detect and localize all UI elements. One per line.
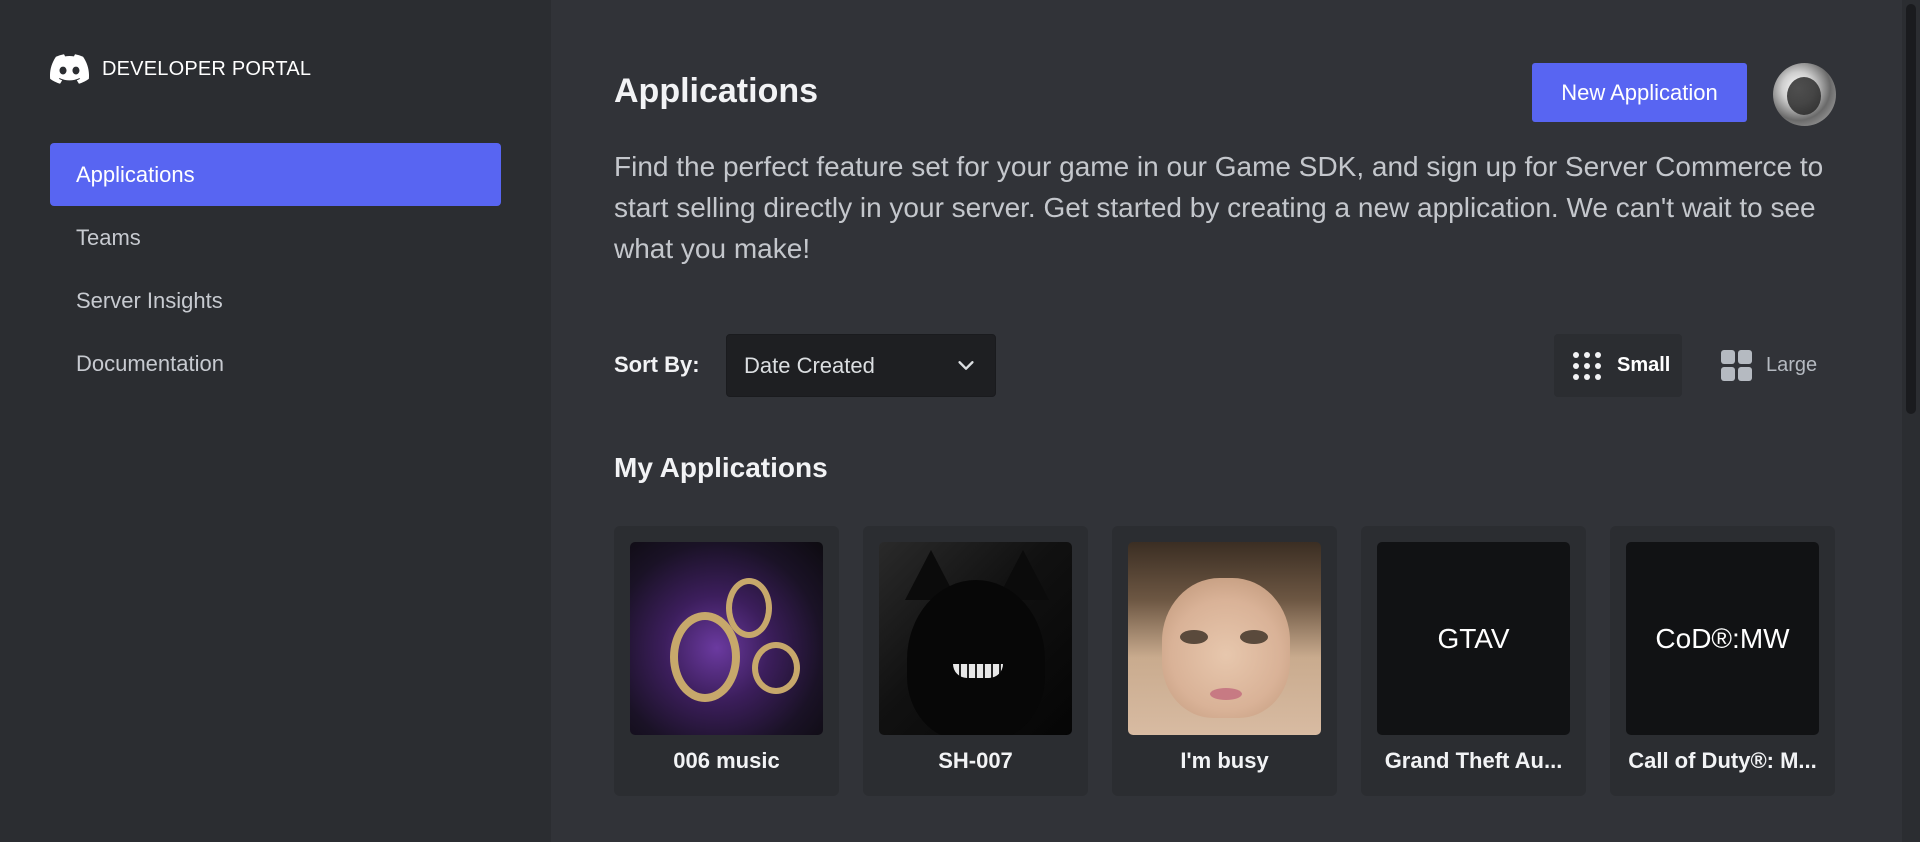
app-card-sh-007[interactable]: SH-007: [863, 526, 1088, 796]
black-cat-image: [879, 542, 1072, 735]
app-card-call-of-duty[interactable]: CoD®:MW Call of Duty®: M...: [1610, 526, 1835, 796]
chevron-down-icon: [958, 361, 974, 370]
sort-by-value: Date Created: [744, 352, 875, 378]
scrollbar-thumb[interactable]: [1906, 4, 1916, 414]
app-card-006-music[interactable]: 006 music: [614, 526, 839, 796]
app-initials: GTAV: [1437, 622, 1510, 654]
sidebar-item-teams[interactable]: Teams: [50, 206, 501, 269]
app-icon-placeholder: CoD®:MW: [1626, 542, 1819, 735]
app-card-im-busy[interactable]: I'm busy: [1112, 526, 1337, 796]
app-icon-placeholder: GTAV: [1377, 542, 1570, 735]
section-title: My Applications: [614, 452, 828, 483]
cat-face-image: [1128, 542, 1321, 735]
sidebar-item-documentation[interactable]: Documentation: [50, 332, 501, 395]
large-grid-icon: [1721, 350, 1752, 381]
sort-by-select[interactable]: Date Created: [726, 334, 996, 397]
page-title: Applications: [614, 72, 819, 110]
sort-by-label: Sort By:: [614, 352, 700, 377]
sidebar-item-label: Documentation: [76, 350, 224, 376]
view-small-toggle[interactable]: Small: [1554, 334, 1682, 397]
avatar-image: [1787, 77, 1821, 115]
discord-logo[interactable]: DEVELOPER PORTAL: [50, 54, 311, 84]
page-description: Find the perfect feature set for your ga…: [614, 151, 1824, 264]
sidebar-item-label: Applications: [76, 161, 195, 187]
app-name: SH-007: [938, 748, 1013, 773]
scrollbar[interactable]: [1902, 0, 1920, 842]
app-name: I'm busy: [1180, 748, 1269, 773]
app-name: Call of Duty®: M...: [1628, 748, 1817, 773]
sidebar-nav: Applications Teams Server Insights Docum…: [50, 143, 501, 395]
music-art-image: [630, 542, 823, 735]
view-small-label: Small: [1617, 354, 1671, 376]
app-card-grand-theft-auto[interactable]: GTAV Grand Theft Au...: [1361, 526, 1586, 796]
app-initials: CoD®:MW: [1655, 622, 1790, 654]
small-grid-icon: [1570, 349, 1603, 382]
view-large-label: Large: [1766, 354, 1818, 376]
portal-title: DEVELOPER PORTAL: [102, 57, 312, 80]
discord-icon: [50, 54, 89, 84]
sidebar-item-label: Server Insights: [76, 287, 223, 313]
main-content: Applications New Application Find the pe…: [614, 0, 1836, 842]
app-name: Grand Theft Au...: [1384, 748, 1563, 773]
user-avatar[interactable]: [1773, 63, 1836, 126]
app-name: 006 music: [673, 748, 780, 773]
sidebar-item-applications[interactable]: Applications: [50, 143, 501, 206]
app-list: 006 music SH-007 I'm busy GTAV Grand The…: [614, 526, 1835, 796]
sidebar: DEVELOPER PORTAL Applications Teams Serv…: [0, 0, 551, 842]
sidebar-item-label: Teams: [76, 224, 141, 250]
sidebar-item-server-insights[interactable]: Server Insights: [50, 269, 501, 332]
new-application-button[interactable]: New Application: [1532, 63, 1747, 122]
view-large-toggle[interactable]: Large: [1704, 334, 1824, 397]
